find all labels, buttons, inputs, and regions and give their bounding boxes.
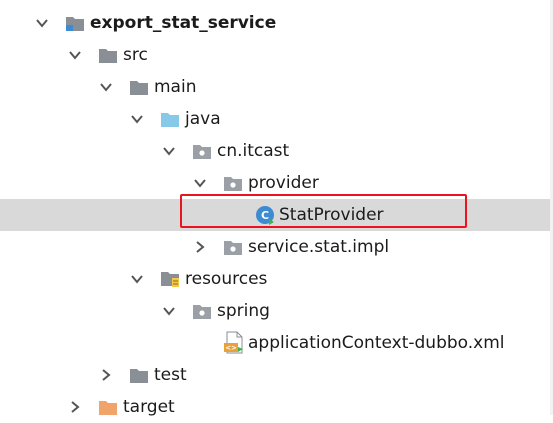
module-folder-icon [65,7,87,39]
chevron-down-icon[interactable] [128,263,146,295]
tree-row-main[interactable]: main [0,71,553,103]
tree-row-src[interactable]: src [0,39,553,71]
partial-row-above [0,0,553,6]
chevron-right-icon[interactable] [97,359,115,391]
xml-file-icon: <> [223,327,245,359]
tree-row-label: cn.itcast [217,141,290,161]
package-icon [192,135,214,167]
tree-row-label: provider [248,173,319,193]
chevron-right-icon[interactable] [66,391,84,423]
resources-folder-icon [160,263,182,295]
chevron-down-icon[interactable] [128,103,146,135]
tree-row-test[interactable]: test [0,359,553,391]
folder-icon [98,39,120,71]
tree-row-label: resources [185,269,268,289]
tree-row-label: src [123,45,148,65]
tree-row-package[interactable]: cn.itcast [0,135,553,167]
svg-text:<>: <> [225,344,237,352]
tree-row-target[interactable]: target [0,391,553,423]
tree-row-label: applicationContext-dubbo.xml [248,333,505,353]
chevron-down-icon[interactable] [160,135,178,167]
folder-icon [129,71,151,103]
tree-row-package[interactable]: spring [0,295,553,327]
tree-row-xml-file[interactable]: <> applicationContext-dubbo.xml [0,327,553,359]
tree-row-label: service.stat.impl [248,237,390,257]
project-tree: export_stat_service src main java cn.itc… [0,0,553,417]
folder-icon [129,359,151,391]
chevron-right-icon[interactable] [191,231,209,263]
package-icon [192,295,214,327]
tree-row-label: main [154,77,197,97]
tree-row-module[interactable]: export_stat_service [0,7,553,39]
chevron-down-icon[interactable] [66,39,84,71]
tree-row-resources[interactable]: resources [0,263,553,295]
tree-row-label: spring [217,301,270,321]
tree-row-java[interactable]: java [0,103,553,135]
tree-row-label: target [123,397,175,417]
tree-row-package[interactable]: service.stat.impl [0,231,553,263]
tree-row-label: test [154,365,187,385]
chevron-down-icon[interactable] [160,295,178,327]
highlight-annotation-box [180,194,467,228]
tree-row-label: export_stat_service [90,13,277,33]
chevron-down-icon[interactable] [97,71,115,103]
tree-row-label: java [185,109,221,129]
package-icon [223,231,245,263]
source-folder-icon [160,103,182,135]
excluded-folder-icon [98,391,120,423]
chevron-down-icon[interactable] [33,7,51,39]
